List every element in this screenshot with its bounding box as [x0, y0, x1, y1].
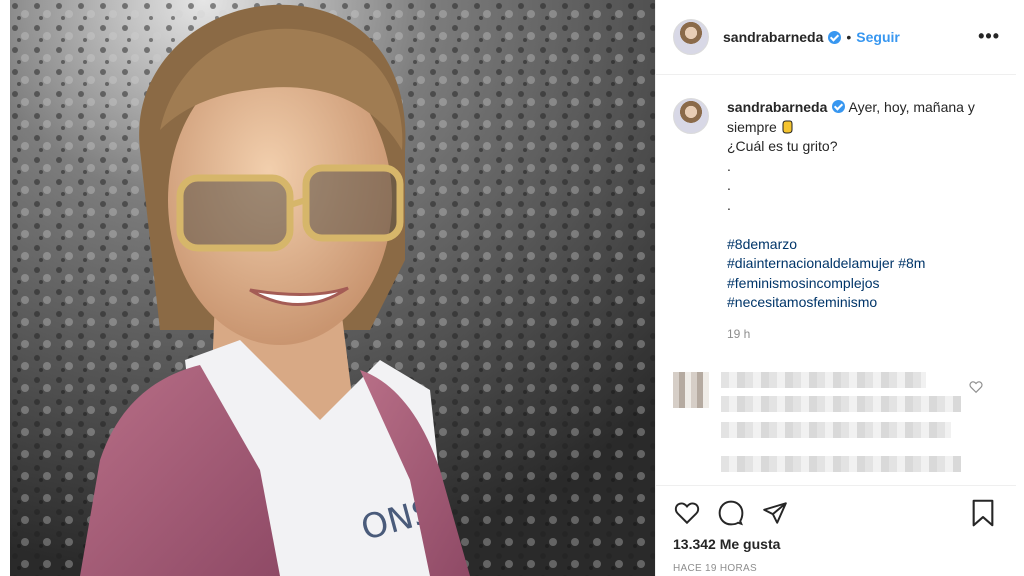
- post-photo[interactable]: ONS: [10, 0, 655, 576]
- likes-count[interactable]: 13.342 Me gusta: [673, 536, 780, 552]
- save-button[interactable]: [968, 498, 998, 528]
- blurred-text-line: [721, 396, 961, 412]
- blurred-text-line: [721, 372, 926, 388]
- share-icon: [763, 502, 787, 524]
- share-button[interactable]: [760, 498, 790, 528]
- more-options-icon[interactable]: •••: [978, 26, 1000, 47]
- comment-icon: [718, 500, 744, 526]
- username-link[interactable]: sandrabarneda: [723, 29, 823, 45]
- follow-button[interactable]: Seguir: [856, 29, 900, 45]
- comment-button[interactable]: [716, 498, 746, 528]
- comment-like-icon[interactable]: [969, 380, 983, 394]
- verified-badge-icon: [832, 100, 846, 113]
- caption-timestamp[interactable]: 19 h: [727, 325, 997, 345]
- post-caption: sandrabarneda Ayer, hoy, mañana y siempr…: [673, 98, 1003, 344]
- caption-dot: .: [727, 177, 731, 193]
- hashtag-link[interactable]: #diainternacionaldelamujer #8m: [727, 254, 997, 274]
- caption-avatar[interactable]: [673, 98, 709, 134]
- separator-dot: •: [846, 29, 852, 45]
- blurred-text-line: [721, 422, 951, 438]
- profile-avatar[interactable]: [673, 19, 709, 55]
- action-icon-row: [672, 498, 790, 528]
- blurred-text-line: [721, 456, 961, 472]
- post-side-panel: sandrabarneda • Seguir ••• sandrabarneda…: [655, 0, 1016, 576]
- like-button[interactable]: [672, 498, 702, 528]
- comment-avatar[interactable]: [673, 372, 709, 408]
- heart-icon: [674, 502, 700, 525]
- caption-text: sandrabarneda Ayer, hoy, mañana y siempr…: [727, 98, 997, 344]
- hashtag-link[interactable]: #8demarzo: [727, 235, 997, 255]
- verified-badge-icon: [828, 30, 842, 44]
- post-actions: 13.342 Me gusta HACE 19 HORAS: [656, 485, 1016, 576]
- bookmark-icon: [972, 499, 994, 527]
- post-time[interactable]: HACE 19 HORAS: [673, 563, 757, 574]
- hashtag-link[interactable]: #necesitamosfeminismo: [727, 293, 997, 313]
- hashtag-link[interactable]: #feminismosincomplejos: [727, 274, 997, 294]
- post-header: sandrabarneda • Seguir •••: [656, 0, 1016, 75]
- caption-dot: .: [727, 157, 731, 174]
- blurred-comment: [673, 372, 1003, 482]
- caption-line-2: ¿Cuál es tu grito?: [727, 138, 838, 154]
- caption-dot: .: [727, 196, 731, 213]
- raised-fist-icon: [782, 120, 793, 133]
- caption-username[interactable]: sandrabarneda: [727, 99, 827, 115]
- post-image: ONS: [10, 0, 655, 576]
